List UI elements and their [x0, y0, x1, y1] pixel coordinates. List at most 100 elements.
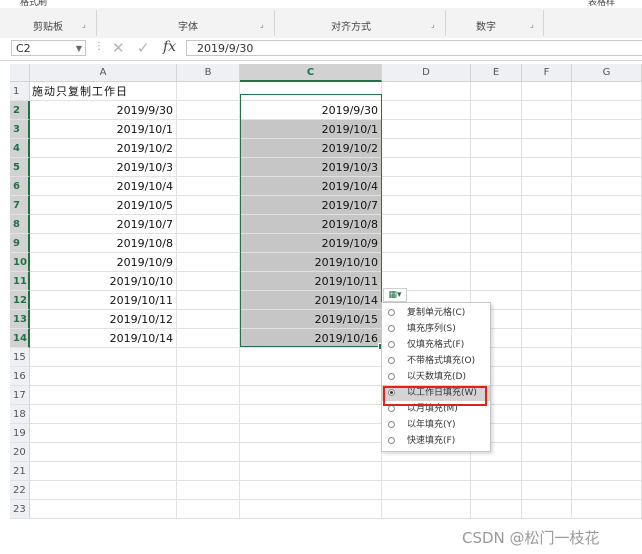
- cell-c21[interactable]: [240, 462, 382, 481]
- row-header-17[interactable]: 17: [10, 386, 30, 405]
- cell-b15[interactable]: [177, 348, 240, 367]
- cancel-icon[interactable]: ✕: [112, 39, 125, 57]
- radio-icon[interactable]: [388, 357, 395, 364]
- cell-f21[interactable]: [522, 462, 572, 481]
- cell-f10[interactable]: [522, 253, 572, 272]
- cell-e10[interactable]: [471, 253, 522, 272]
- radio-icon[interactable]: [388, 389, 395, 396]
- cell-c16[interactable]: [240, 367, 382, 386]
- cell-d7[interactable]: [382, 196, 471, 215]
- cell-c5[interactable]: 2019/10/3: [240, 158, 382, 177]
- cell-b13[interactable]: [177, 310, 240, 329]
- cell-g20[interactable]: [572, 443, 642, 462]
- radio-icon[interactable]: [388, 341, 395, 348]
- cell-c19[interactable]: [240, 424, 382, 443]
- radio-icon[interactable]: [388, 373, 395, 380]
- cell-e1[interactable]: [471, 82, 522, 101]
- row-header-16[interactable]: 16: [10, 367, 30, 386]
- cell-d6[interactable]: [382, 177, 471, 196]
- cell-b23[interactable]: [177, 500, 240, 519]
- cell-a10[interactable]: 2019/10/9: [30, 253, 177, 272]
- cell-g16[interactable]: [572, 367, 642, 386]
- cell-b9[interactable]: [177, 234, 240, 253]
- cell-a16[interactable]: [30, 367, 177, 386]
- row-header-9[interactable]: 9: [10, 234, 30, 253]
- cell-b7[interactable]: [177, 196, 240, 215]
- cell-e9[interactable]: [471, 234, 522, 253]
- row-header-21[interactable]: 21: [10, 462, 30, 481]
- cell-e5[interactable]: [471, 158, 522, 177]
- cell-d5[interactable]: [382, 158, 471, 177]
- cell-c6[interactable]: 2019/10/4: [240, 177, 382, 196]
- radio-icon[interactable]: [388, 405, 395, 412]
- cell-f6[interactable]: [522, 177, 572, 196]
- cell-f8[interactable]: [522, 215, 572, 234]
- cell-d21[interactable]: [382, 462, 471, 481]
- cell-f11[interactable]: [522, 272, 572, 291]
- row-header-15[interactable]: 15: [10, 348, 30, 367]
- row-header-18[interactable]: 18: [10, 405, 30, 424]
- cell-a1[interactable]: 施动只复制工作日: [30, 82, 177, 101]
- cell-d9[interactable]: [382, 234, 471, 253]
- autofill-options-button[interactable]: ▦▾: [383, 288, 407, 302]
- radio-icon[interactable]: [388, 437, 395, 444]
- cell-a12[interactable]: 2019/10/11: [30, 291, 177, 310]
- chevron-down-icon[interactable]: ▼: [76, 41, 82, 57]
- row-header-10[interactable]: 10: [10, 253, 30, 272]
- more-icon[interactable]: ⋮: [94, 41, 104, 52]
- worksheet-grid[interactable]: A B C D E F G 1 施动只复制工作日 2 2019/9/30 2019/9/30 3 2019…: [0, 60, 642, 554]
- cell-g19[interactable]: [572, 424, 642, 443]
- table-styles-label[interactable]: 表格样: [588, 0, 615, 8]
- cell-g5[interactable]: [572, 158, 642, 177]
- row-header-5[interactable]: 5: [10, 158, 30, 177]
- cell-a6[interactable]: 2019/10/4: [30, 177, 177, 196]
- cell-d10[interactable]: [382, 253, 471, 272]
- cell-f22[interactable]: [522, 481, 572, 500]
- autofill-option[interactable]: 填充序列(S): [382, 321, 490, 337]
- cell-d8[interactable]: [382, 215, 471, 234]
- enter-icon[interactable]: ✓: [137, 39, 150, 57]
- cell-a2[interactable]: 2019/9/30: [30, 101, 177, 120]
- cell-e7[interactable]: [471, 196, 522, 215]
- cell-c17[interactable]: [240, 386, 382, 405]
- select-all-corner[interactable]: [10, 64, 30, 82]
- cell-a17[interactable]: [30, 386, 177, 405]
- row-header-6[interactable]: 6: [10, 177, 30, 196]
- cell-b8[interactable]: [177, 215, 240, 234]
- row-header-11[interactable]: 11: [10, 272, 30, 291]
- row-header-22[interactable]: 22: [10, 481, 30, 500]
- cell-b14[interactable]: [177, 329, 240, 348]
- cell-g11[interactable]: [572, 272, 642, 291]
- cell-a22[interactable]: [30, 481, 177, 500]
- cell-a23[interactable]: [30, 500, 177, 519]
- cell-f16[interactable]: [522, 367, 572, 386]
- cell-f5[interactable]: [522, 158, 572, 177]
- cell-a13[interactable]: 2019/10/12: [30, 310, 177, 329]
- cell-a20[interactable]: [30, 443, 177, 462]
- row-header-4[interactable]: 4: [10, 139, 30, 158]
- cell-g15[interactable]: [572, 348, 642, 367]
- cell-c20[interactable]: [240, 443, 382, 462]
- autofill-option[interactable]: 以月填充(M): [382, 401, 490, 417]
- cell-f15[interactable]: [522, 348, 572, 367]
- cell-g3[interactable]: [572, 120, 642, 139]
- cell-b10[interactable]: [177, 253, 240, 272]
- cell-b2[interactable]: [177, 101, 240, 120]
- cell-g10[interactable]: [572, 253, 642, 272]
- cell-f9[interactable]: [522, 234, 572, 253]
- cell-b3[interactable]: [177, 120, 240, 139]
- cell-b21[interactable]: [177, 462, 240, 481]
- cell-f1[interactable]: [522, 82, 572, 101]
- radio-icon[interactable]: [388, 325, 395, 332]
- name-box[interactable]: C2 ▼: [11, 40, 86, 56]
- cell-f18[interactable]: [522, 405, 572, 424]
- cell-a19[interactable]: [30, 424, 177, 443]
- cell-f17[interactable]: [522, 386, 572, 405]
- row-header-14[interactable]: 14: [10, 329, 30, 348]
- cell-c3[interactable]: 2019/10/1: [240, 120, 382, 139]
- cell-b6[interactable]: [177, 177, 240, 196]
- cell-c18[interactable]: [240, 405, 382, 424]
- cell-a15[interactable]: [30, 348, 177, 367]
- cell-d2[interactable]: [382, 101, 471, 120]
- cell-f20[interactable]: [522, 443, 572, 462]
